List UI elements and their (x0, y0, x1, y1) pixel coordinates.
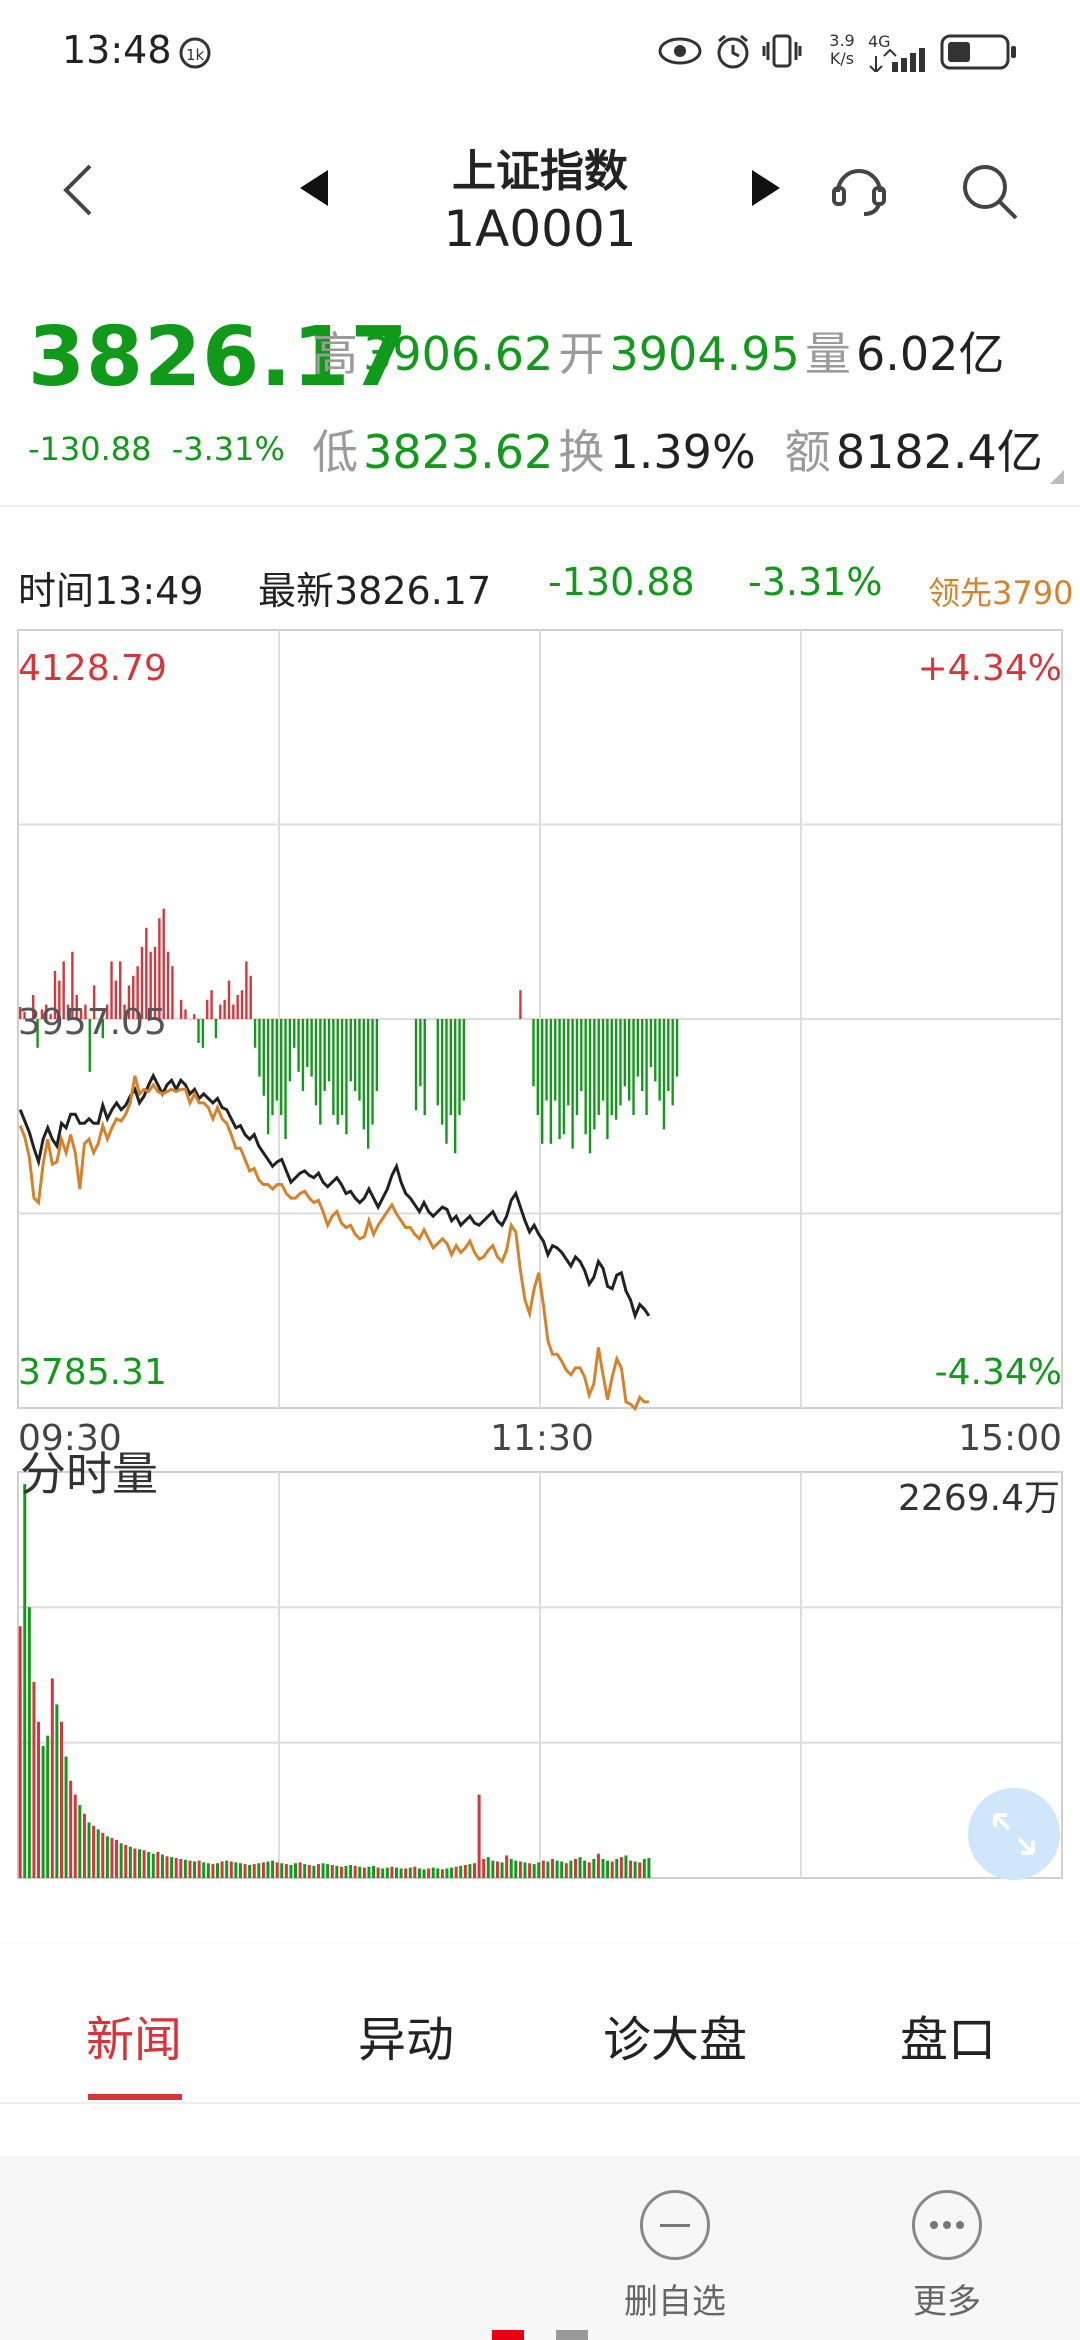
stock-code: 1A0001 (443, 200, 637, 258)
amount-value: 8182.4亿 (835, 425, 1043, 479)
stock-name: 上证指数 (452, 146, 628, 197)
price-change: -130.88 -3.31% (28, 430, 285, 468)
network-speed: 3.9 K/s (829, 31, 855, 68)
tab-movement[interactable]: 异动 (358, 2000, 454, 2070)
x-tick-1500: 15:00 (958, 1418, 1062, 1459)
chart-grid (17, 629, 1063, 1879)
fullscreen-button[interactable] (968, 1788, 1060, 1880)
y-max-label: 4128.79 (18, 648, 167, 689)
high-label: 高 (312, 327, 358, 381)
tabs-divider-bottom (0, 2102, 1080, 2104)
low-label: 低 (312, 425, 358, 479)
x-tick-1130: 11:30 (490, 1418, 594, 1459)
next-stock-icon[interactable] (748, 168, 784, 208)
volume-title: 分时量 (20, 1447, 158, 1501)
info-change: -130.88 (548, 560, 695, 604)
quote-row-2: 低 3823.62 换 1.39% 额 8182.4亿 (312, 416, 1043, 482)
info-change-percent: -3.31% (748, 560, 883, 604)
more-icon (912, 2190, 982, 2260)
info-latest: 最新3826.17 (258, 569, 492, 613)
tab-order-book[interactable]: 盘口 (900, 2000, 996, 2070)
quote-row-1: 高 3906.62 开 3904.95 量 6.02亿 (312, 318, 1004, 384)
tab-diagnose[interactable]: 诊大盘 (603, 2000, 747, 2070)
turnover-label: 换 (558, 425, 605, 479)
low-value: 3823.62 (363, 425, 554, 479)
high-value: 3906.62 (363, 327, 554, 381)
y-mid-label: 3957.05 (18, 1002, 167, 1043)
corner-expand-icon[interactable] (1050, 470, 1064, 484)
amount-label: 额 (784, 425, 831, 479)
y-min-label: 3785.31 (18, 1352, 167, 1393)
app-notification-icon: 1k (179, 37, 211, 69)
intraday-chart[interactable]: 4128.79 +4.34% 3957.05 3785.31 -4.34% 09… (0, 620, 1080, 1910)
svg-text:1k: 1k (186, 46, 205, 64)
info-lead: 领先3790 (928, 574, 1074, 612)
expand-icon (993, 1813, 1035, 1855)
battery-icon (940, 34, 1016, 70)
customer-service-icon[interactable] (828, 158, 890, 220)
minus-icon (640, 2190, 710, 2260)
info-time: 时间13:49 (18, 569, 204, 613)
volume-bars (18, 1484, 651, 1878)
pct-max-label: +4.34% (917, 648, 1062, 689)
remove-watchlist-button[interactable]: 删自选 (600, 2190, 750, 2323)
volume-max-label: 2269.4万 (898, 1478, 1060, 1519)
signal-icon (869, 48, 925, 72)
status-bar: 13:48 1k 3.9 K/s 4G (0, 0, 1080, 100)
page-indicator-active (492, 2330, 524, 2340)
volume-label: 量 (804, 327, 851, 381)
change-value: -130.88 (28, 430, 152, 468)
more-button[interactable]: 更多 (872, 2190, 1022, 2323)
change-percent: -3.31% (171, 430, 285, 468)
tab-news[interactable]: 新闻 (86, 2000, 182, 2070)
pct-min-label: -4.34% (935, 1352, 1062, 1393)
eye-icon (658, 37, 702, 65)
page-indicator (556, 2330, 588, 2340)
open-value: 3904.95 (609, 327, 800, 381)
alarm-icon (717, 34, 749, 69)
status-time: 13:48 (62, 28, 172, 72)
open-label: 开 (558, 327, 605, 381)
tab-active-indicator (88, 2094, 182, 2100)
vibrate-icon (762, 34, 802, 68)
search-icon[interactable] (958, 160, 1022, 224)
more-label: 更多 (913, 2282, 981, 2322)
tabs-divider-top (0, 1942, 1080, 1944)
volume-value: 6.02亿 (855, 327, 1005, 381)
divider (0, 505, 1080, 507)
turnover-value: 1.39% (609, 425, 756, 479)
remove-watchlist-label: 删自选 (624, 2282, 726, 2322)
